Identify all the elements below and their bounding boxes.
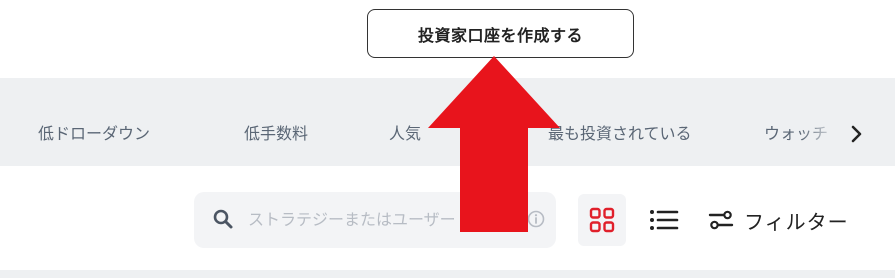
list-view-button[interactable] [644,198,684,242]
content-divider [0,270,895,278]
tab-scroll-right-button[interactable] [838,118,874,150]
chevron-right-icon [851,125,862,143]
filter-button[interactable]: フィルター [708,200,849,240]
tab-low-fees[interactable]: 低手数料 [244,124,308,144]
filter-sliders-icon [708,210,734,230]
grid-view-button[interactable] [578,194,626,246]
search-icon [213,209,233,229]
tab-most-invested[interactable]: 最も投資されている [548,124,692,144]
list-view-icon [650,210,679,230]
tab-fade-overlay [800,110,840,158]
tab-low-drawdown[interactable]: 低ドローダウン [38,124,150,144]
grid-view-icon [589,207,615,233]
tab-popular[interactable]: 人気 [389,124,421,144]
red-up-arrow [428,56,560,232]
filter-label: フィルター [744,209,849,234]
create-investor-account-button[interactable]: 投資家口座を作成する [367,9,634,58]
